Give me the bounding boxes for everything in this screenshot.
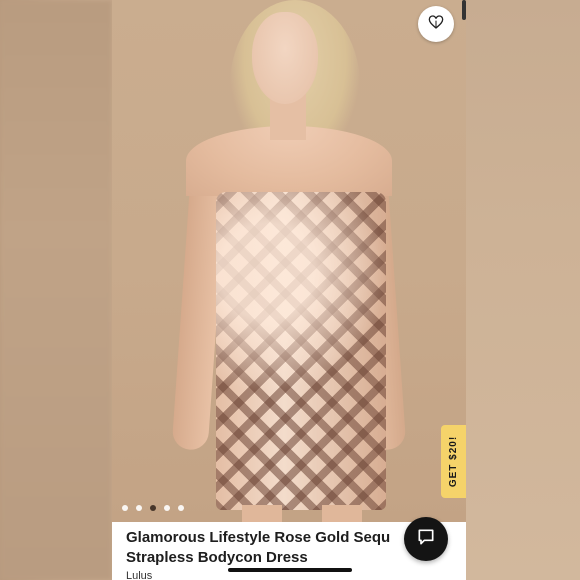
carousel-dot[interactable] (178, 505, 184, 511)
carousel-dot[interactable] (136, 505, 142, 511)
carousel-dot[interactable] (122, 505, 128, 511)
scrollbar-thumb[interactable] (462, 0, 466, 20)
heart-icon (428, 14, 444, 35)
home-indicator[interactable] (228, 568, 352, 572)
chat-button[interactable] (404, 517, 448, 561)
carousel-dot-active[interactable] (150, 505, 156, 511)
background-blur-left (0, 0, 112, 580)
like-button[interactable] (418, 6, 454, 42)
product-screen: GET $20! Glamorous Lifestyle Rose Gold S… (112, 0, 466, 580)
background-blur-right (466, 0, 580, 580)
chat-icon (416, 527, 436, 552)
carousel-dots (122, 505, 184, 511)
sequin-dress (216, 192, 386, 510)
carousel-dot[interactable] (164, 505, 170, 511)
promo-tab[interactable]: GET $20! (441, 425, 466, 498)
model-face (252, 12, 318, 104)
product-photo[interactable] (112, 0, 466, 535)
promo-label: GET $20! (448, 435, 460, 488)
